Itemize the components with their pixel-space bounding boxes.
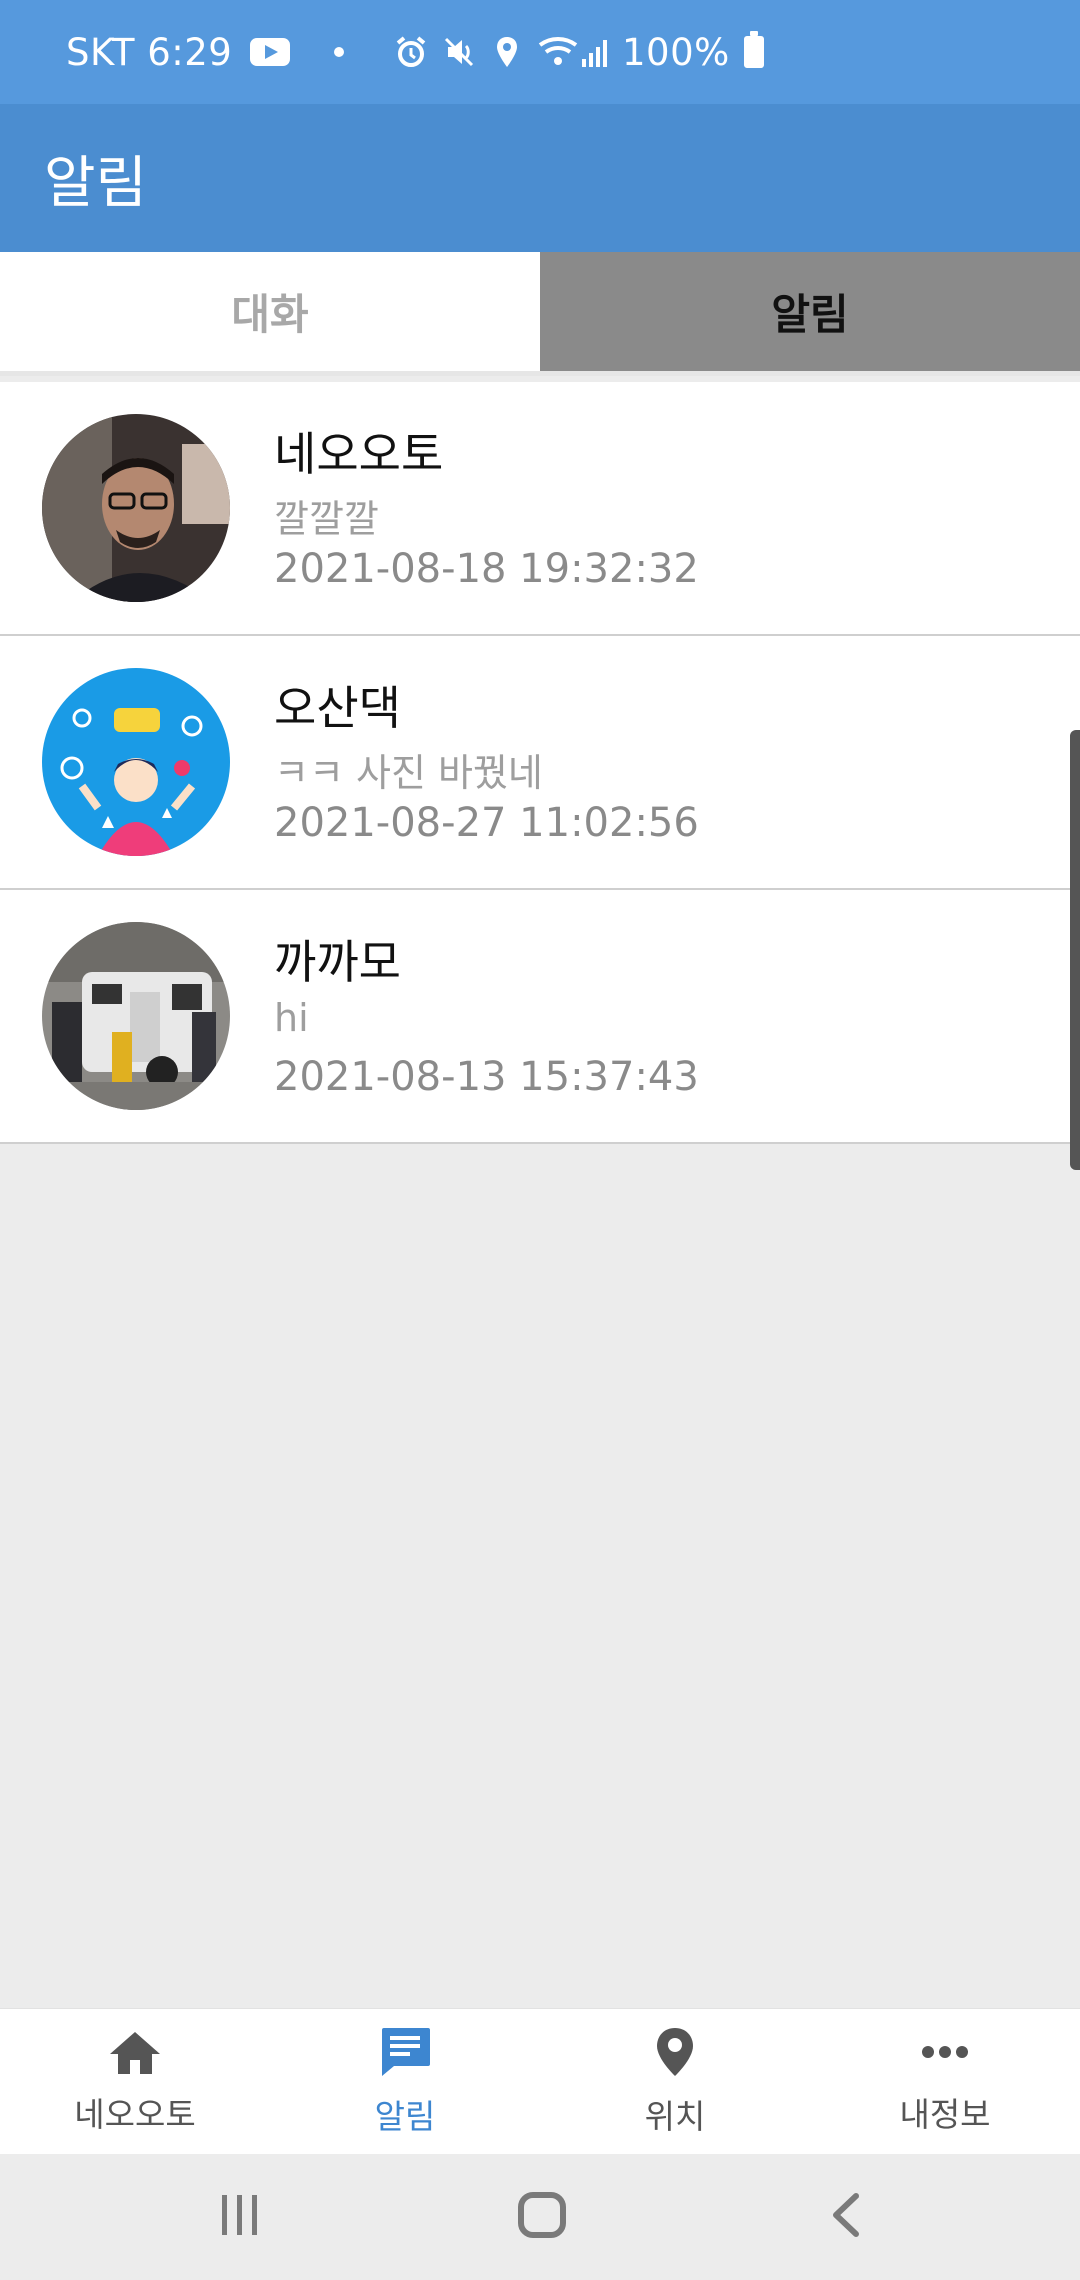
youtube-icon bbox=[250, 38, 291, 66]
page-title: 알림 bbox=[44, 150, 148, 216]
system-nav-bar bbox=[0, 2154, 1080, 2280]
last-message: ㅋㅋ 사진 바꿨네 bbox=[274, 751, 543, 795]
contact-name: 네오오토 bbox=[274, 427, 444, 481]
last-message: hi bbox=[274, 996, 309, 1040]
battery-percent: 100% bbox=[622, 30, 730, 74]
recent-apps-icon bbox=[218, 2195, 262, 2239]
status-bar: SKT 6:29 100% bbox=[0, 0, 1080, 104]
nav-my-info[interactable]: 내정보 bbox=[810, 2009, 1080, 2155]
tab-bar: 대화 알림 bbox=[0, 252, 1080, 376]
contact-name: 까까모 bbox=[274, 935, 401, 989]
avatar bbox=[42, 414, 230, 602]
location-pin-icon bbox=[654, 2026, 696, 2082]
tab-notifications[interactable]: 알림 bbox=[540, 252, 1080, 376]
recent-apps-button[interactable] bbox=[180, 2154, 300, 2280]
home-outline-icon bbox=[517, 2192, 567, 2242]
status-left: SKT 6:29 bbox=[66, 0, 345, 104]
app-bar: 알림 bbox=[0, 104, 1080, 252]
message-time: 2021-08-18 19:32:32 bbox=[274, 546, 699, 592]
message-time: 2021-08-13 15:37:43 bbox=[274, 1054, 699, 1100]
contact-name: 오산댁 bbox=[274, 681, 401, 735]
list-item[interactable]: 까까모 hi 2021-08-13 15:37:43 bbox=[0, 890, 1080, 1144]
last-message: 깔깔깔 bbox=[274, 497, 379, 541]
app-screen: SKT 6:29 100% 알림 대화 알림 네오오토 깔깔깔 2021-08-… bbox=[0, 0, 1080, 2280]
message-time: 2021-08-27 11:02:56 bbox=[274, 800, 699, 846]
battery-icon bbox=[743, 31, 764, 68]
location-icon bbox=[490, 35, 524, 69]
alarm-icon bbox=[394, 35, 428, 69]
list-item[interactable]: 네오오토 깔깔깔 2021-08-18 19:32:32 bbox=[0, 382, 1080, 636]
avatar bbox=[42, 922, 230, 1110]
nav-home[interactable]: 네오오토 bbox=[0, 2009, 270, 2155]
mute-icon bbox=[442, 35, 476, 69]
nav-label: 알림 bbox=[374, 2097, 436, 2136]
list-item[interactable]: 오산댁 ㅋㅋ 사진 바꿨네 2021-08-27 11:02:56 bbox=[0, 636, 1080, 890]
nav-label: 내정보 bbox=[899, 2095, 991, 2134]
wifi-signal-icon bbox=[538, 35, 608, 69]
nav-location[interactable]: 위치 bbox=[540, 2009, 810, 2155]
bottom-nav: 네오오토 알림 위치 내정보 bbox=[0, 2008, 1080, 2154]
carrier-time: SKT 6:29 bbox=[66, 30, 233, 74]
scroll-indicator[interactable] bbox=[1070, 730, 1080, 1170]
conversation-list: 네오오토 깔깔깔 2021-08-18 19:32:32 오산댁 ㅋㅋ 사진 바… bbox=[0, 382, 1080, 1144]
notification-dot-icon bbox=[334, 47, 345, 57]
nav-label: 네오오토 bbox=[74, 2095, 196, 2134]
avatar bbox=[42, 668, 230, 856]
back-button[interactable] bbox=[786, 2154, 906, 2280]
back-icon bbox=[826, 2192, 866, 2242]
tab-chat[interactable]: 대화 bbox=[0, 252, 540, 376]
home-button[interactable] bbox=[482, 2154, 602, 2280]
nav-label: 위치 bbox=[644, 2097, 706, 2136]
chat-icon bbox=[378, 2026, 432, 2082]
status-right: 100% bbox=[394, 0, 764, 104]
nav-notifications[interactable]: 알림 bbox=[270, 2009, 540, 2155]
home-icon bbox=[108, 2028, 162, 2080]
more-icon bbox=[918, 2028, 972, 2080]
